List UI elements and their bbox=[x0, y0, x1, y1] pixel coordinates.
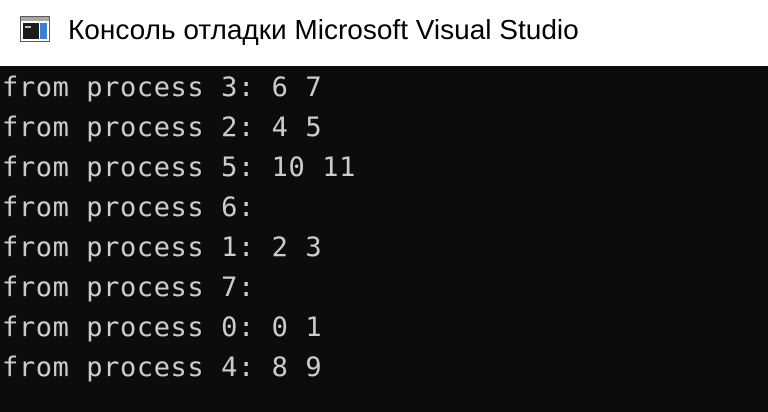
console-line: from process 4: 8 9 bbox=[2, 352, 323, 383]
console-line: from process 2: 4 5 bbox=[2, 112, 323, 143]
console-line: from process 5: 10 11 bbox=[2, 152, 356, 183]
debug-console-window: Консоль отладки Microsoft Visual Studio … bbox=[0, 0, 768, 412]
console-line: from process 3: 6 7 bbox=[2, 72, 323, 103]
console-line: from process 7: bbox=[2, 272, 255, 303]
console-line: from process 1: 2 3 bbox=[2, 232, 323, 263]
console-app-icon bbox=[20, 16, 50, 42]
title-bar[interactable]: Консоль отладки Microsoft Visual Studio bbox=[0, 0, 768, 66]
console-line: from process 6: bbox=[2, 192, 255, 223]
window-title: Консоль отладки Microsoft Visual Studio bbox=[68, 14, 579, 45]
console-output[interactable]: from process 3: 6 7 from process 2: 4 5 … bbox=[0, 66, 768, 412]
console-line: from process 0: 0 1 bbox=[2, 312, 323, 343]
